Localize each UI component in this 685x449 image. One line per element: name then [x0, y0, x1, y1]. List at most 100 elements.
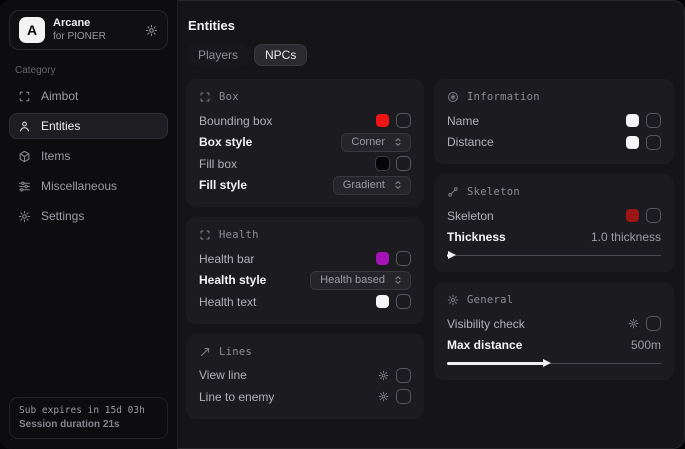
thickness-slider[interactable]: [447, 250, 661, 260]
chevrons-up-down-icon: [393, 180, 403, 190]
setting-row-visibility-check: Visibility check: [447, 313, 661, 335]
setting-row-box-style: Box style Corner: [199, 132, 411, 154]
sidebar-item-label: Aimbot: [41, 89, 78, 103]
sidebar-nav: Aimbot Entities Items: [9, 83, 168, 229]
dropdown-value: Gradient: [343, 179, 385, 191]
card-lines: Lines View line: [186, 334, 424, 419]
app-name: Arcane: [53, 17, 106, 31]
setting-row-distance: Distance: [447, 132, 661, 154]
setting-row-thickness: Thickness 1.0 thickness: [447, 227, 661, 249]
tab-players[interactable]: Players: [187, 44, 249, 66]
setting-label: Distance: [447, 135, 494, 149]
setting-row-name: Name: [447, 110, 661, 132]
health-bar-checkbox[interactable]: [396, 251, 411, 266]
thickness-value: 1.0 thickness: [591, 230, 661, 244]
card-skeleton: Skeleton Skeleton Thickness 1.0 thicknes…: [434, 174, 674, 272]
setting-label: Health style: [199, 273, 266, 287]
setting-row-fill-box: Fill box: [199, 153, 411, 175]
entities-icon: [18, 120, 31, 133]
items-icon: [18, 150, 31, 163]
box-corners-icon: [199, 229, 211, 241]
color-swatch[interactable]: [376, 157, 389, 170]
dropdown-value: Corner: [351, 136, 385, 148]
setting-row-health-text: Health text: [199, 291, 411, 313]
visibility-check-checkbox[interactable]: [646, 316, 661, 331]
sidebar: A Arcane for PIONER Category Aim: [0, 0, 178, 449]
setting-label: Health bar: [199, 252, 254, 266]
line-to-enemy-checkbox[interactable]: [396, 389, 411, 404]
sub-expiry-text: Sub expires in 15d 03h: [19, 405, 158, 416]
setting-label: Name: [447, 114, 479, 128]
fill-style-dropdown[interactable]: Gradient: [333, 176, 411, 195]
setting-label: Fill box: [199, 157, 237, 171]
setting-row-view-line: View line: [199, 365, 411, 387]
tab-npcs[interactable]: NPCs: [254, 44, 307, 66]
card-information: Information Name Distance: [434, 79, 674, 164]
card-title: Health: [219, 229, 259, 241]
category-label: Category: [15, 65, 162, 76]
setting-label: Fill style: [199, 178, 247, 192]
bounding-box-checkbox[interactable]: [396, 113, 411, 128]
sidebar-item-label: Miscellaneous: [41, 179, 117, 193]
page-title: Entities: [188, 18, 674, 33]
distance-checkbox[interactable]: [646, 135, 661, 150]
sidebar-item-items[interactable]: Items: [9, 143, 168, 169]
diagonal-line-icon: [199, 346, 211, 358]
aimbot-icon: [18, 90, 31, 103]
view-line-checkbox[interactable]: [396, 368, 411, 383]
color-swatch[interactable]: [376, 252, 389, 265]
color-swatch[interactable]: [626, 114, 639, 127]
setting-label: Visibility check: [447, 317, 525, 331]
health-text-checkbox[interactable]: [396, 294, 411, 309]
setting-row-max-distance: Max distance 500m: [447, 335, 661, 357]
info-asterisk-icon: [447, 91, 459, 103]
setting-row-health-style: Health style Health based: [199, 270, 411, 292]
chevrons-up-down-icon: [393, 137, 403, 147]
sidebar-item-miscellaneous[interactable]: Miscellaneous: [9, 173, 168, 199]
slider-handle[interactable]: [543, 359, 551, 367]
chevrons-up-down-icon: [393, 275, 403, 285]
slider-handle[interactable]: [448, 251, 456, 259]
sliders-icon: [18, 180, 31, 193]
sidebar-item-entities[interactable]: Entities: [9, 113, 168, 139]
max-distance-slider[interactable]: [447, 358, 661, 368]
setting-row-fill-style: Fill style Gradient: [199, 175, 411, 197]
sidebar-item-label: Entities: [41, 119, 80, 133]
setting-label: Max distance: [447, 338, 522, 352]
max-distance-value: 500m: [631, 338, 661, 352]
card-title: Skeleton: [467, 186, 520, 198]
setting-row-line-to-enemy: Line to enemy: [199, 386, 411, 408]
skeleton-checkbox[interactable]: [646, 208, 661, 223]
sidebar-item-label: Settings: [41, 209, 84, 223]
name-checkbox[interactable]: [646, 113, 661, 128]
gear-icon[interactable]: [378, 370, 389, 381]
card-title: Lines: [219, 346, 252, 358]
setting-row-skeleton: Skeleton: [447, 205, 661, 227]
slider-track[interactable]: [447, 255, 661, 257]
box-style-dropdown[interactable]: Corner: [341, 133, 411, 152]
app-logo: A: [19, 17, 45, 43]
gear-icon[interactable]: [145, 24, 158, 37]
setting-row-bounding-box: Bounding box: [199, 110, 411, 132]
color-swatch[interactable]: [376, 295, 389, 308]
bone-icon: [447, 186, 459, 198]
gear-icon[interactable]: [628, 318, 639, 329]
color-swatch[interactable]: [626, 209, 639, 222]
gear-icon[interactable]: [378, 391, 389, 402]
subscription-card: Sub expires in 15d 03h Session duration …: [9, 397, 168, 439]
sidebar-item-settings[interactable]: Settings: [9, 203, 168, 229]
session-duration-text: Session duration 21s: [19, 419, 158, 430]
app-logo-card: A Arcane for PIONER: [9, 10, 168, 50]
setting-label: Skeleton: [447, 209, 494, 223]
box-corners-icon: [199, 91, 211, 103]
setting-row-health-bar: Health bar: [199, 248, 411, 270]
gear-icon: [18, 210, 31, 223]
health-style-dropdown[interactable]: Health based: [310, 271, 411, 290]
slider-fill: [447, 362, 545, 365]
card-box: Box Bounding box Box style Corner: [186, 79, 424, 207]
fill-box-checkbox[interactable]: [396, 156, 411, 171]
card-general: General Visibility check: [434, 282, 674, 380]
sidebar-item-aimbot[interactable]: Aimbot: [9, 83, 168, 109]
color-swatch[interactable]: [376, 114, 389, 127]
color-swatch[interactable]: [626, 136, 639, 149]
